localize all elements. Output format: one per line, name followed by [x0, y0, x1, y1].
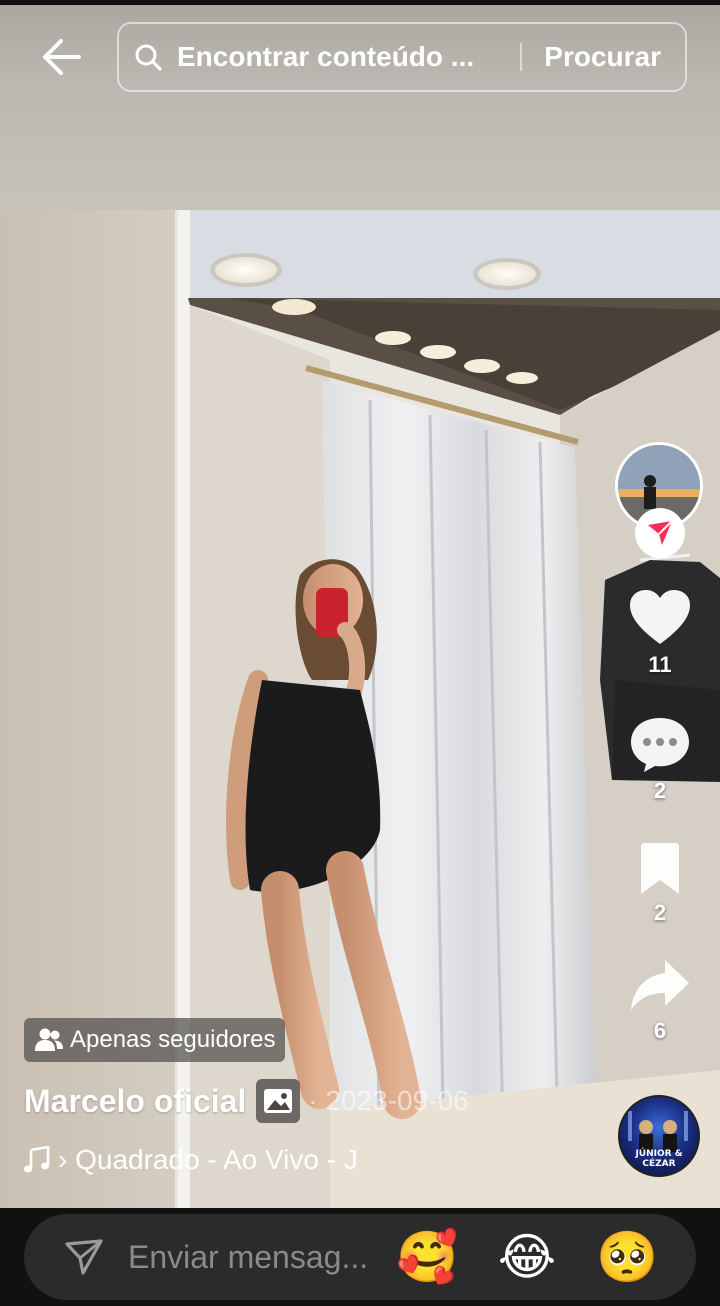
bookmark-icon: [641, 843, 679, 894]
music-title: › Quadrado - Ao Vivo - J: [58, 1144, 358, 1175]
comment-button[interactable]: 2: [620, 714, 700, 804]
message-input[interactable]: Enviar mensag...: [128, 1239, 388, 1276]
follow-button[interactable]: [635, 508, 685, 558]
music-disc[interactable]: JÚNIOR & CÉZAR: [618, 1095, 700, 1177]
post-date: · 2023-09-06: [308, 1085, 469, 1116]
visibility-badge: Apenas seguidores: [24, 1018, 286, 1062]
heart-icon: [630, 590, 690, 644]
share-arrow-icon: [631, 960, 689, 1010]
music-row[interactable]: › Quadrado - Ao Vivo - J: [24, 1140, 394, 1180]
search-icon: [119, 24, 177, 90]
bookmark-button[interactable]: 2: [620, 842, 700, 926]
author-row: Marcelo oficial · 2023-09-06: [24, 1078, 469, 1124]
search-button[interactable]: Procurar: [544, 41, 685, 73]
image-icon: [256, 1079, 301, 1123]
disc-label: JÚNIOR & CÉZAR: [635, 1149, 683, 1169]
share-button[interactable]: 6: [620, 956, 700, 1044]
music-note-icon: [24, 1146, 50, 1173]
send-icon[interactable]: [54, 1227, 114, 1287]
search-input[interactable]: Encontrar conteúdo ...: [177, 24, 492, 90]
author-name[interactable]: Marcelo oficial: [24, 1083, 246, 1120]
emoji-pleading-face[interactable]: 🥺: [596, 1226, 658, 1288]
visibility-label: Apenas seguidores: [70, 1026, 276, 1053]
send-arrow-icon: [648, 520, 673, 545]
search-box[interactable]: Encontrar conteúdo ... Procurar: [117, 22, 687, 92]
emoji-tears-of-joy[interactable]: 😂: [496, 1226, 558, 1288]
search-divider: [520, 43, 523, 71]
people-icon: [35, 1028, 63, 1051]
bookmark-count: 2: [653, 900, 667, 925]
like-count: 11: [648, 652, 672, 677]
emoji-smiling-hearts[interactable]: 🥰: [396, 1226, 458, 1288]
back-button[interactable]: [36, 34, 86, 80]
arrow-left-icon: [43, 39, 81, 75]
comment-count: 2: [653, 778, 667, 803]
comment-bubble-icon: [631, 718, 689, 772]
share-count: 6: [653, 1018, 667, 1043]
like-button[interactable]: 11: [620, 588, 700, 678]
